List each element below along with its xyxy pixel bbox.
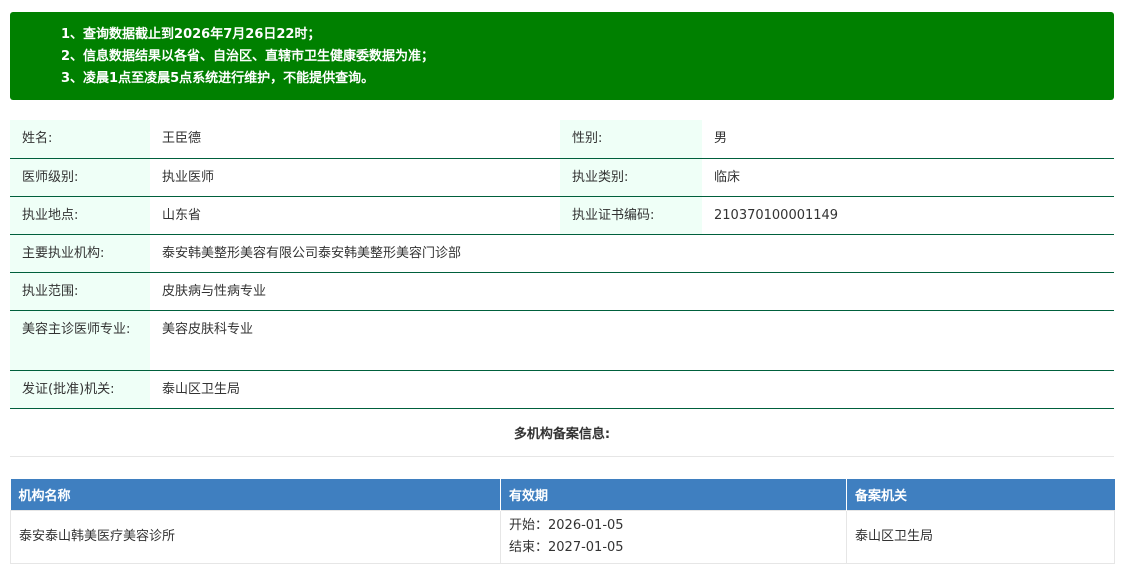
level-value: 执业医师 [150, 158, 560, 197]
col-header-org: 机构名称 [10, 479, 501, 511]
scope-value: 皮肤病与性病专业 [150, 272, 1114, 311]
validity-start: 开始：2026-01-05 [509, 518, 624, 533]
doctor-info-table: 姓名: 王臣德 性别: 男 医师级别: 执业医师 执业类别: 临床 执业地点: … [10, 120, 1114, 409]
notice-banner: 1、查询数据截止到2026年7月26日22时； 2、信息数据结果以各省、自治区、… [10, 12, 1114, 100]
info-row-level: 医师级别: 执业医师 执业类别: 临床 [10, 158, 1114, 197]
scope-label: 执业范围: [10, 272, 150, 311]
beauty-label: 美容主诊医师专业: [10, 310, 150, 371]
location-value: 山东省 [150, 196, 560, 235]
issuer-value: 泰山区卫生局 [150, 370, 1114, 409]
cert-value: 210370100001149 [702, 196, 1114, 235]
info-row-org: 主要执业机构: 泰安韩美整形美容有限公司泰安韩美整形美容门诊部 [10, 234, 1114, 273]
info-row-location: 执业地点: 山东省 执业证书编码: 210370100001149 [10, 196, 1114, 235]
beauty-value: 美容皮肤科专业 [150, 310, 1114, 371]
validity-end: 结束：2027-01-05 [509, 540, 624, 555]
multi-org-title: 多机构备案信息: [10, 414, 1114, 457]
name-label: 姓名: [10, 120, 150, 159]
cert-label: 执业证书编码: [560, 196, 702, 235]
type-label: 执业类别: [560, 158, 702, 197]
name-value: 王臣德 [150, 120, 560, 159]
org-label: 主要执业机构: [10, 234, 150, 273]
notice-line-2: 2、信息数据结果以各省、自治区、直辖市卫生健康委数据为准； [61, 49, 435, 64]
row-org-name: 泰安泰山韩美医疗美容诊所 [10, 510, 501, 564]
gender-value: 男 [702, 120, 1114, 159]
info-row-beauty: 美容主诊医师专业: 美容皮肤科专业 [10, 310, 1114, 371]
multi-org-header: 机构名称 有效期 备案机关 [10, 479, 1115, 511]
col-header-validity: 有效期 [500, 479, 847, 511]
type-value: 临床 [702, 158, 1114, 197]
row-validity: 开始：2026-01-05 结束：2027-01-05 [500, 510, 847, 564]
multi-org-table: 机构名称 有效期 备案机关 泰安泰山韩美医疗美容诊所 开始：2026-01-05… [10, 479, 1115, 564]
notice-line-3: 3、凌晨1点至凌晨5点系统进行维护，不能提供查询。 [61, 71, 375, 86]
issuer-label: 发证(批准)机关: [10, 370, 150, 409]
row-authority: 泰山区卫生局 [846, 510, 1115, 564]
org-value: 泰安韩美整形美容有限公司泰安韩美整形美容门诊部 [150, 234, 1114, 273]
info-row-name: 姓名: 王臣德 性别: 男 [10, 120, 1114, 159]
info-row-issuer: 发证(批准)机关: 泰山区卫生局 [10, 370, 1114, 409]
gender-label: 性别: [560, 120, 702, 159]
location-label: 执业地点: [10, 196, 150, 235]
notice-line-1: 1、查询数据截止到2026年7月26日22时； [61, 27, 321, 42]
col-header-authority: 备案机关 [846, 479, 1115, 511]
info-row-scope: 执业范围: 皮肤病与性病专业 [10, 272, 1114, 311]
level-label: 医师级别: [10, 158, 150, 197]
table-row: 泰安泰山韩美医疗美容诊所 开始：2026-01-05 结束：2027-01-05… [10, 510, 1115, 564]
